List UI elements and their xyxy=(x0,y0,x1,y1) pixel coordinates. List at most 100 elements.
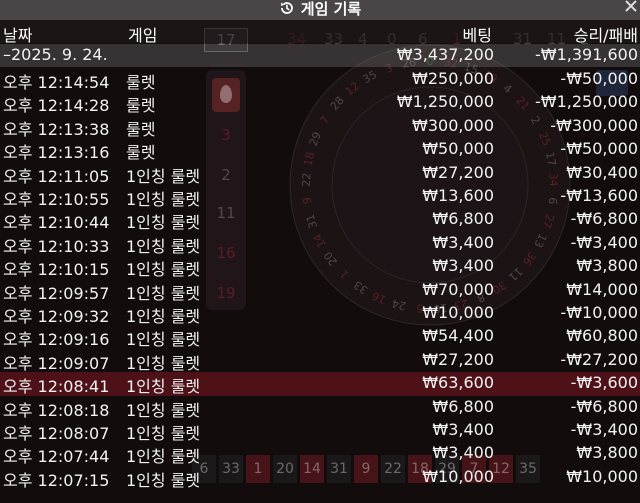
row-bet: ₩250,000 xyxy=(412,69,494,88)
row-game: 1인칭 룰렛 xyxy=(126,377,201,397)
date-group-label: –2025. 9. 24. xyxy=(3,45,108,64)
history-row[interactable]: 오후 12:09:16 1인칭 룰렛 ₩54,400 ₩60,800 xyxy=(0,325,640,350)
row-bet: ₩10,000 xyxy=(422,466,494,486)
date-group-row[interactable]: –2025. 9. 24. ₩3,437,200 -₩1,391,600 xyxy=(0,44,640,68)
history-row[interactable]: 오후 12:10:55 1인칭 룰렛 ₩13,600 -₩13,600 xyxy=(0,185,640,209)
row-game: 1인칭 룰렛 xyxy=(126,353,201,373)
panel-title-text: 게임 기록 xyxy=(300,0,362,18)
row-bet: ₩3,400 xyxy=(432,256,494,276)
row-result: -₩3,600 xyxy=(570,373,638,393)
row-bet: ₩3,400 xyxy=(432,420,494,439)
history-row[interactable]: 오후 12:07:44 1인칭 룰렛 ₩3,400 ₩3,800 xyxy=(0,442,640,467)
row-bet: ₩27,200 xyxy=(422,162,494,182)
row-game: 1인칭 룰렛 xyxy=(126,424,201,443)
row-game: 1인칭 룰렛 xyxy=(126,213,201,233)
row-result: -₩10,000 xyxy=(560,303,638,322)
row-result: -₩1,250,000 xyxy=(534,92,638,112)
row-result: ₩3,800 xyxy=(576,443,638,463)
row-time: 오후 12:10:33 xyxy=(3,236,110,256)
history-row[interactable]: 오후 12:13:38 룰렛 ₩300,000 -₩300,000 xyxy=(0,115,640,139)
row-time: 오후 12:13:16 xyxy=(3,143,110,163)
row-game: 1인칭 룰렛 xyxy=(126,283,201,303)
row-game: 룰렛 xyxy=(126,143,156,163)
column-header-date: 날짜 xyxy=(3,26,33,45)
row-result: -₩3,400 xyxy=(570,420,638,439)
row-game: 1인칭 룰렛 xyxy=(126,470,201,490)
row-game: 1인칭 룰렛 xyxy=(126,307,201,326)
row-game: 룰렛 xyxy=(126,96,156,116)
history-row[interactable]: 오후 12:09:07 1인칭 룰렛 ₩27,200 -₩27,200 xyxy=(0,349,640,373)
row-bet: ₩6,800 xyxy=(432,396,494,416)
row-bet: ₩50,000 xyxy=(422,139,494,159)
row-result: -₩50,000 xyxy=(560,139,638,159)
row-time: 오후 12:14:54 xyxy=(3,73,110,92)
row-time: 오후 12:09:07 xyxy=(3,353,110,373)
history-row[interactable]: 오후 12:11:05 1인칭 룰렛 ₩27,200 ₩30,400 xyxy=(0,162,640,186)
history-row[interactable]: 오후 12:10:33 1인칭 룰렛 ₩3,400 -₩3,400 xyxy=(0,232,640,256)
history-row[interactable]: 오후 12:08:07 1인칭 룰렛 ₩3,400 -₩3,400 xyxy=(0,419,640,443)
row-result: ₩14,000 xyxy=(566,279,638,299)
history-row[interactable]: 오후 12:10:44 1인칭 룰렛 ₩6,800 -₩6,800 xyxy=(0,208,640,233)
close-icon xyxy=(625,0,637,12)
game-history-panel: 게임 기록 날짜 게임 베팅 승리/패배 –2025. 9. 24. ₩3,43… xyxy=(0,0,640,503)
column-header-game: 게임 xyxy=(128,26,158,45)
row-bet: ₩27,200 xyxy=(422,349,494,369)
row-game: 룰렛 xyxy=(126,119,156,139)
row-bet: ₩63,600 xyxy=(422,373,494,393)
column-header-bet: 베팅 xyxy=(462,26,492,45)
row-time: 오후 12:08:18 xyxy=(3,400,110,420)
row-time: 오후 12:08:07 xyxy=(3,424,110,443)
row-time: 오후 12:10:15 xyxy=(3,260,110,280)
history-row[interactable]: 오후 12:09:32 1인칭 룰렛 ₩10,000 -₩10,000 xyxy=(0,302,640,326)
row-game: 룰렛 xyxy=(126,73,156,92)
row-time: 오후 12:13:38 xyxy=(3,119,110,139)
row-time: 오후 12:09:32 xyxy=(3,307,110,326)
row-result: -₩6,800 xyxy=(570,209,638,229)
row-time: 오후 12:09:57 xyxy=(3,283,110,303)
row-result: -₩27,200 xyxy=(560,349,638,369)
row-result: ₩30,400 xyxy=(566,162,638,182)
row-game: 1인칭 룰렛 xyxy=(126,260,201,280)
history-row[interactable]: 오후 12:08:18 1인칭 룰렛 ₩6,800 -₩6,800 xyxy=(0,396,640,420)
date-group-result-total: -₩1,391,600 xyxy=(534,45,638,64)
table-header xyxy=(0,20,640,43)
row-time: 오후 12:08:41 xyxy=(3,377,110,397)
row-time: 오후 12:14:28 xyxy=(3,96,110,116)
date-group-bet-total: ₩3,437,200 xyxy=(396,45,494,64)
history-row[interactable]: 오후 12:13:16 룰렛 ₩50,000 -₩50,000 xyxy=(0,138,640,163)
row-result: -₩13,600 xyxy=(560,186,638,205)
row-result: ₩10,000 xyxy=(566,466,638,486)
row-bet: ₩300,000 xyxy=(412,115,494,135)
row-game: 1인칭 룰렛 xyxy=(126,166,201,186)
row-game: 1인칭 룰렛 xyxy=(126,330,201,350)
close-button[interactable] xyxy=(622,0,640,18)
row-game: 1인칭 룰렛 xyxy=(126,190,201,209)
row-time: 오후 12:09:16 xyxy=(3,330,110,350)
row-time: 오후 12:07:15 xyxy=(3,470,110,490)
row-bet: ₩3,400 xyxy=(432,232,494,252)
row-game: 1인칭 룰렛 xyxy=(126,447,201,467)
row-time: 오후 12:11:05 xyxy=(3,166,110,186)
row-result: ₩3,800 xyxy=(576,256,638,276)
history-row[interactable]: 오후 12:14:28 룰렛 ₩1,250,000 -₩1,250,000 xyxy=(0,91,640,116)
history-row[interactable]: 오후 12:14:54 룰렛 ₩250,000 -₩50,000 xyxy=(0,68,640,92)
row-bet: ₩6,800 xyxy=(432,209,494,229)
row-bet: ₩70,000 xyxy=(422,279,494,299)
row-bet: ₩10,000 xyxy=(422,303,494,322)
row-time: 오후 12:10:55 xyxy=(3,190,110,209)
row-result: -₩300,000 xyxy=(550,115,638,135)
row-time: 오후 12:10:44 xyxy=(3,213,110,233)
row-bet: ₩54,400 xyxy=(422,326,494,346)
row-bet: ₩1,250,000 xyxy=(396,92,494,112)
row-bet: ₩3,400 xyxy=(432,443,494,463)
history-row[interactable]: 오후 12:08:41 1인칭 룰렛 ₩63,600 -₩3,600 xyxy=(0,372,640,397)
history-row[interactable]: 오후 12:09:57 1인칭 룰렛 ₩70,000 ₩14,000 xyxy=(0,279,640,303)
row-result: ₩60,800 xyxy=(566,326,638,346)
row-time: 오후 12:07:44 xyxy=(3,447,110,467)
row-game: 1인칭 룰렛 xyxy=(126,236,201,256)
row-result: -₩50,000 xyxy=(560,69,638,88)
history-row[interactable]: 오후 12:07:15 1인칭 룰렛 ₩10,000 ₩10,000 xyxy=(0,466,640,490)
row-game: 1인칭 룰렛 xyxy=(126,400,201,420)
row-bet: ₩13,600 xyxy=(422,186,494,205)
history-row[interactable]: 오후 12:10:15 1인칭 룰렛 ₩3,400 ₩3,800 xyxy=(0,255,640,280)
